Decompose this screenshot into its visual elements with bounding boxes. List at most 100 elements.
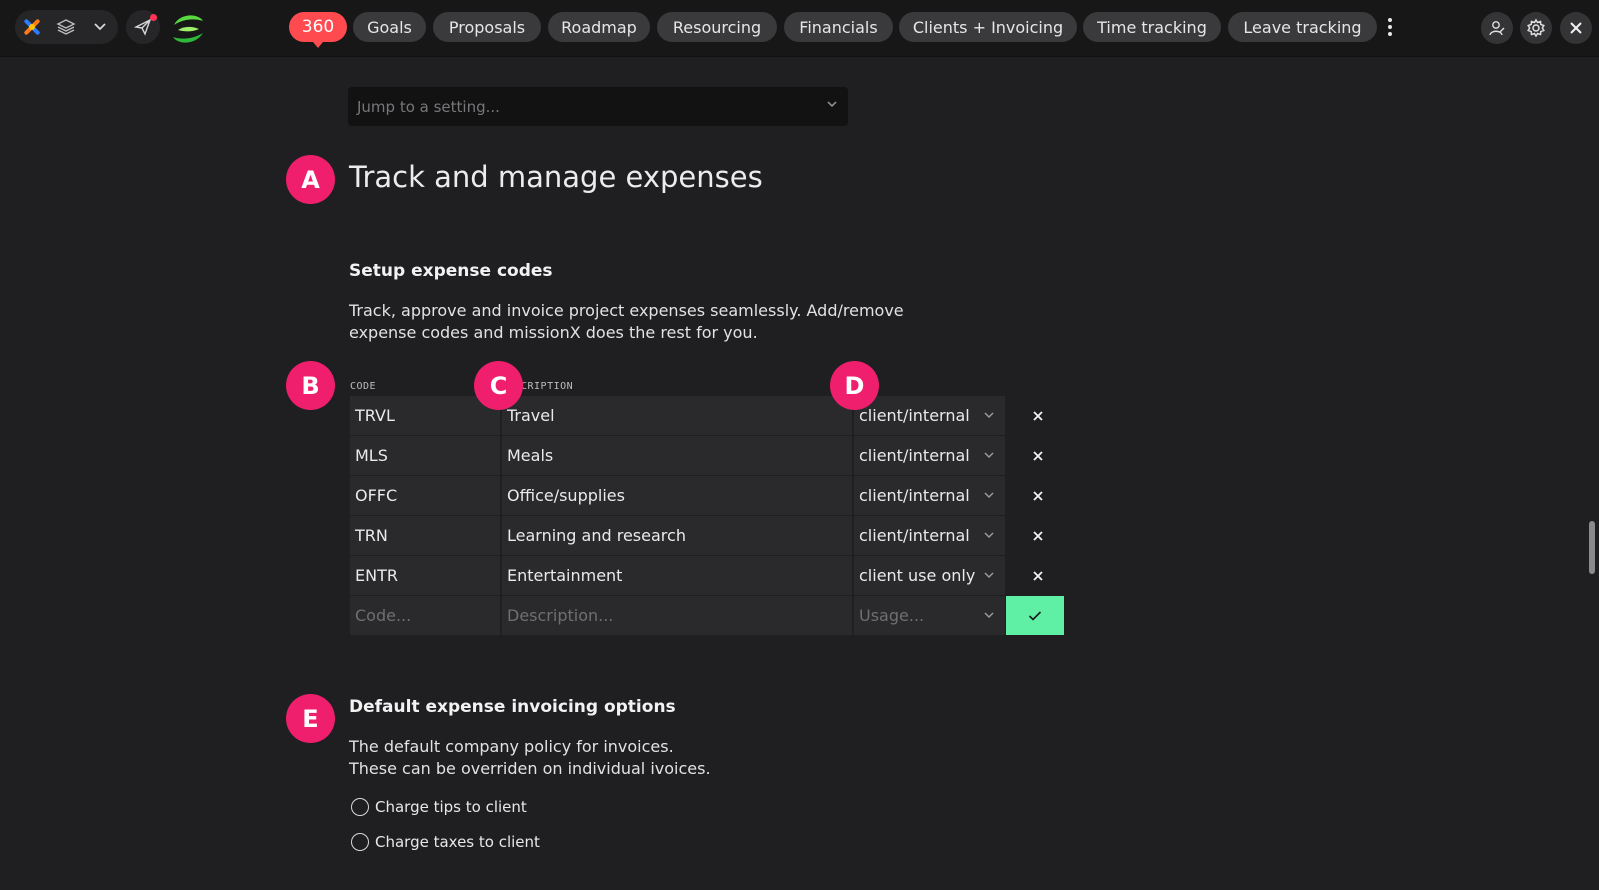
add-expense-code-button[interactable] [1006, 596, 1064, 635]
marker-c: C [474, 361, 523, 410]
usage-value: client/internal [859, 446, 970, 465]
close-icon [1033, 410, 1043, 421]
marker-a: A [286, 155, 335, 204]
close-icon [1033, 490, 1043, 501]
tab-leave-tracking[interactable]: Leave tracking [1228, 12, 1377, 42]
chevron-down-icon [827, 101, 837, 108]
more-menu-icon[interactable] [1384, 14, 1396, 40]
description-line: These can be overriden on individual ivo… [349, 759, 711, 778]
usage-select[interactable]: client/internal [854, 516, 1005, 555]
invoicing-options-heading: Default expense invoicing options [349, 697, 676, 717]
page-title: Track and manage expenses [349, 160, 763, 194]
tab-time-tracking[interactable]: Time tracking [1083, 12, 1221, 42]
expense-codes-heading: Setup expense codes [349, 261, 553, 281]
charge-taxes-radio[interactable]: Charge taxes to client [351, 833, 540, 851]
tab-360[interactable]: 360 [289, 12, 347, 48]
workspace-switcher[interactable] [15, 10, 118, 44]
chevron-down-icon [984, 572, 994, 579]
description-cell[interactable]: Travel [502, 396, 852, 435]
close-icon [1033, 450, 1043, 461]
chevron-down-icon [984, 532, 994, 539]
delete-row-button[interactable] [1022, 476, 1054, 515]
missionx-logo-icon[interactable] [15, 10, 49, 44]
top-bar: 360 Goals Proposals Roadmap Resourcing F… [0, 0, 1599, 57]
description-line: expense codes and missionX does the rest… [349, 323, 758, 342]
new-expense-row: Code... Description... Usage... [350, 596, 1064, 636]
delete-row-button[interactable] [1022, 436, 1054, 475]
tab-clients-invoicing[interactable]: Clients + Invoicing [899, 12, 1077, 42]
code-cell[interactable]: TRVL [350, 396, 500, 435]
invoicing-options-description: The default company policy for invoices.… [349, 736, 949, 780]
chevron-down-icon [984, 452, 994, 459]
layers-icon[interactable] [49, 10, 83, 44]
table-row: TRVL Travel client/internal [350, 396, 1063, 436]
marker-d: D [830, 361, 879, 410]
usage-select[interactable]: client/internal [854, 436, 1005, 475]
usage-select[interactable]: client use only [854, 556, 1005, 595]
table-row: MLS Meals client/internal [350, 436, 1063, 476]
marker-b: B [286, 361, 335, 410]
new-code-input[interactable]: Code... [350, 596, 500, 635]
radio-circle[interactable] [351, 833, 369, 851]
gear-icon [1527, 18, 1545, 38]
close-icon [1033, 570, 1043, 581]
description-cell[interactable]: Office/supplies [502, 476, 852, 515]
code-cell[interactable]: MLS [350, 436, 500, 475]
tab-goals[interactable]: Goals [353, 12, 426, 42]
code-cell[interactable]: ENTR [350, 556, 500, 595]
table-row: ENTR Entertainment client use only [350, 556, 1063, 596]
chevron-down-icon [984, 612, 994, 619]
description-cell[interactable]: Meals [502, 436, 852, 475]
user-switch-button[interactable] [1481, 12, 1513, 44]
expense-codes-description: Track, approve and invoice project expen… [349, 300, 949, 344]
send-button[interactable] [126, 10, 160, 44]
column-header-description: CRIPTION [521, 381, 574, 392]
usage-value: client/internal [859, 406, 970, 425]
settings-button[interactable] [1520, 12, 1552, 44]
check-icon [1028, 610, 1042, 621]
chevron-down-icon [984, 492, 994, 499]
description-cell[interactable]: Entertainment [502, 556, 852, 595]
charge-tips-radio[interactable]: Charge tips to client [351, 798, 527, 816]
tab-roadmap[interactable]: Roadmap [548, 12, 650, 42]
notification-dot [150, 14, 157, 21]
jump-placeholder: Jump to a setting... [357, 97, 500, 116]
code-cell[interactable]: OFFC [350, 476, 500, 515]
expense-codes-table: TRVL Travel client/internal MLS Meals cl… [350, 396, 1064, 636]
app-logo-icon[interactable] [170, 11, 206, 47]
tab-proposals[interactable]: Proposals [433, 12, 541, 42]
delete-row-button[interactable] [1022, 556, 1054, 595]
new-usage-select[interactable]: Usage... [854, 596, 1005, 635]
delete-row-button[interactable] [1022, 396, 1054, 435]
column-header-code: CODE [350, 381, 377, 392]
tab-financials[interactable]: Financials [784, 12, 893, 42]
jump-to-setting-select[interactable]: Jump to a setting... [348, 87, 848, 126]
marker-e: E [286, 694, 335, 743]
chevron-down-icon[interactable] [83, 10, 117, 44]
radio-circle[interactable] [351, 798, 369, 816]
new-description-input[interactable]: Description... [502, 596, 852, 635]
user-switch-icon [1489, 21, 1505, 36]
tab-resourcing[interactable]: Resourcing [657, 12, 777, 42]
table-row: OFFC Office/supplies client/internal [350, 476, 1063, 516]
usage-select[interactable]: client/internal [854, 396, 1005, 435]
send-icon [134, 18, 152, 36]
code-cell[interactable]: TRN [350, 516, 500, 555]
radio-label[interactable]: Charge tips to client [375, 798, 527, 816]
description-line: Track, approve and invoice project expen… [349, 301, 904, 320]
scrollbar[interactable] [1589, 521, 1595, 574]
usage-select[interactable]: client/internal [854, 476, 1005, 515]
radio-label[interactable]: Charge taxes to client [375, 833, 540, 851]
delete-row-button[interactable] [1022, 516, 1054, 555]
close-icon [1570, 22, 1582, 34]
usage-value: client/internal [859, 526, 970, 545]
usage-value: client/internal [859, 486, 970, 505]
usage-value: client use only [859, 566, 976, 585]
close-button[interactable] [1560, 12, 1592, 44]
description-line: The default company policy for invoices. [349, 737, 674, 756]
description-cell[interactable]: Learning and research [502, 516, 852, 555]
table-row: TRN Learning and research client/interna… [350, 516, 1063, 556]
usage-placeholder: Usage... [859, 606, 925, 625]
chevron-down-icon [984, 412, 994, 419]
close-icon [1033, 530, 1043, 541]
